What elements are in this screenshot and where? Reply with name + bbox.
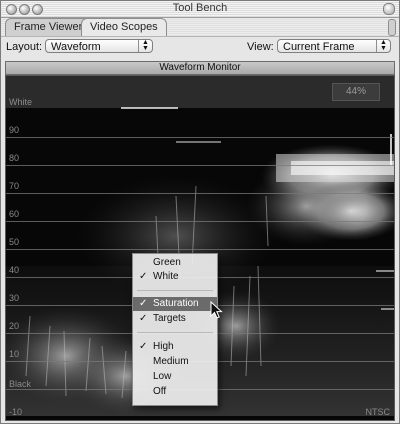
graticule-line — [6, 193, 394, 194]
menu-item-white[interactable]: ✓ White — [133, 270, 217, 284]
menu-item-high[interactable]: ✓ High — [133, 340, 217, 354]
scale-label-40: 40 — [9, 265, 20, 275]
graticule-line — [6, 137, 394, 138]
window-title: Tool Bench — [172, 2, 228, 14]
tab-frame-viewer[interactable]: Frame Viewer — [5, 18, 92, 36]
tab-scroll-handle[interactable] — [388, 19, 396, 36]
scope-toolbar: Layout: Waveform ▲ ▼ View: Current Frame … — [1, 36, 399, 57]
view-popup[interactable]: Current Frame ▲ ▼ — [277, 39, 391, 53]
scale-label-10: 10 — [9, 349, 20, 359]
scale-label-20: 20 — [9, 321, 20, 331]
layout-popup[interactable]: Waveform ▲ ▼ — [45, 39, 153, 53]
checkmark-icon: ✓ — [139, 341, 148, 352]
checkmark-icon: ✓ — [139, 271, 148, 282]
white-level-label: White — [9, 97, 33, 107]
menu-item-low[interactable]: Low — [133, 370, 217, 384]
menu-item-label: Saturation — [153, 298, 199, 309]
scale-label-70: 70 — [9, 181, 20, 191]
popup-arrows-icon: ▲ ▼ — [376, 39, 390, 52]
menu-item-off[interactable]: Off — [133, 385, 217, 399]
graticule-line — [6, 221, 394, 222]
menu-item-label: Green — [153, 257, 181, 268]
menu-item-green[interactable]: Green — [133, 256, 217, 270]
checkmark-icon: ✓ — [139, 298, 148, 309]
scale-label-90: 90 — [9, 125, 20, 135]
scale-label-60: 60 — [9, 209, 20, 219]
scale-label-30: 30 — [9, 293, 20, 303]
toolbar-toggle-icon[interactable] — [383, 3, 395, 15]
view-popup-value: Current Frame — [283, 41, 355, 53]
menu-separator — [137, 332, 213, 333]
scale-label-minus-10: -10 — [9, 407, 23, 417]
tab-video-scopes[interactable]: Video Scopes — [81, 18, 167, 37]
scale-label-80: 80 — [9, 153, 20, 163]
graticule-line — [6, 165, 394, 166]
checkmark-icon: ✓ — [139, 313, 148, 324]
menu-item-label: Medium — [153, 356, 189, 367]
menu-item-targets[interactable]: ✓ Targets — [133, 312, 217, 326]
tab-strip: Frame Viewer Video Scopes — [1, 18, 399, 37]
layout-popup-value: Waveform — [51, 41, 101, 53]
menu-separator — [137, 290, 213, 291]
waveform-monitor-header: Waveform Monitor — [5, 61, 395, 75]
menu-item-label: Targets — [153, 313, 186, 324]
standard-label: NTSC — [365, 407, 391, 417]
black-level-label: Black — [9, 379, 32, 389]
graticule-line — [6, 249, 394, 250]
menu-item-saturation[interactable]: ✓ Saturation — [133, 297, 217, 311]
title-bar[interactable]: Tool Bench — [1, 1, 399, 18]
menu-item-label: High — [153, 341, 174, 352]
scope-context-menu: Green ✓ White ✓ Saturation ✓ Targets ✓ H… — [132, 253, 218, 406]
tool-bench-window: Tool Bench Frame Viewer Video Scopes Lay… — [0, 0, 400, 424]
layout-label: Layout: — [6, 41, 43, 53]
popup-arrows-icon: ▲ ▼ — [138, 39, 152, 52]
menu-item-label: White — [153, 271, 179, 282]
menu-item-label: Off — [153, 386, 167, 397]
view-label: View: — [247, 41, 274, 53]
menu-item-medium[interactable]: Medium — [133, 355, 217, 369]
scale-label-50: 50 — [9, 237, 20, 247]
mouse-pointer-icon — [210, 301, 223, 319]
menu-item-label: Low — [153, 371, 172, 382]
